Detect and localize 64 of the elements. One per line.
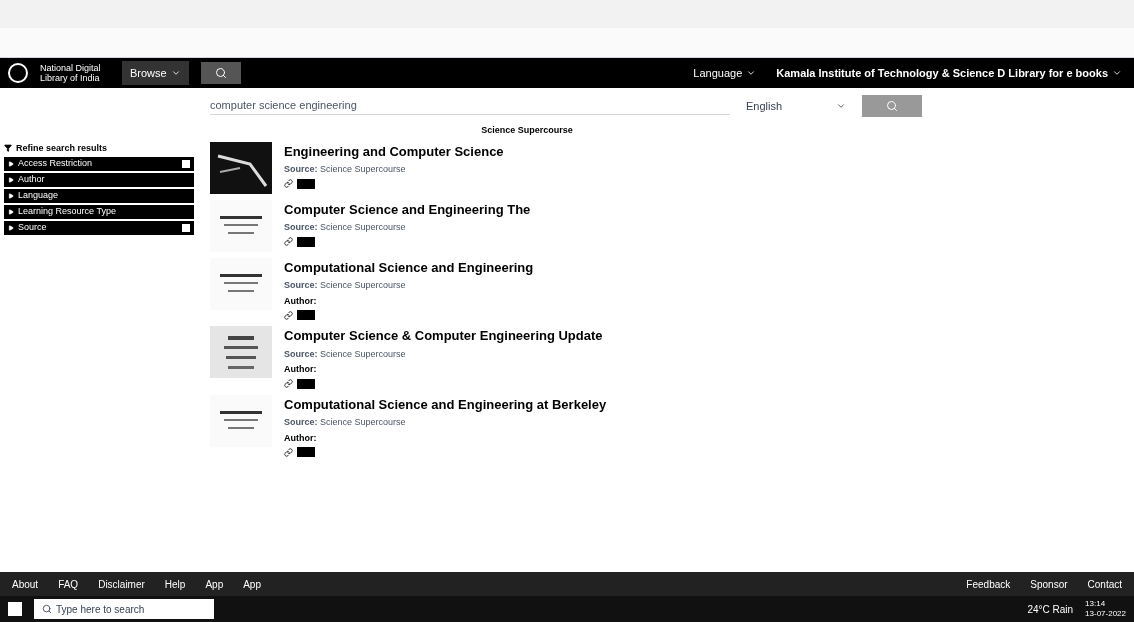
filter-icon — [4, 144, 12, 153]
expand-icon — [8, 209, 14, 215]
filter-item[interactable]: Author — [18, 173, 45, 187]
search-button[interactable] — [200, 62, 241, 84]
result-source: Source: Science Supercourse — [284, 416, 407, 429]
toggle-icon[interactable] — [182, 160, 190, 168]
chevron-down-icon — [836, 101, 846, 111]
clock-time: 13:14 — [1085, 599, 1107, 609]
language-dropdown[interactable]: English — [746, 97, 846, 115]
browse-button[interactable]: Browse — [122, 60, 189, 86]
expand-icon — [8, 161, 14, 167]
author-label: Author: — [284, 294, 318, 308]
taskbar-search-field[interactable]: Type here to search — [34, 599, 214, 619]
search-icon — [886, 100, 898, 112]
footer-link[interactable]: Contact — [1087, 576, 1122, 592]
search-icon — [42, 604, 52, 614]
link-icon[interactable] — [284, 310, 293, 320]
result-source: Source: Science Supercourse — [284, 163, 407, 176]
weather-text[interactable]: 24°C Rain — [1027, 601, 1074, 617]
source-heading: Science Supercourse — [481, 124, 573, 137]
link-icon[interactable] — [284, 237, 293, 246]
format-tag — [297, 378, 315, 389]
link-icon[interactable] — [284, 179, 293, 188]
expand-icon — [8, 177, 14, 183]
author-label: Author: — [284, 431, 318, 445]
clock-date: 13-07-2022 — [1085, 609, 1126, 619]
user-menu-button[interactable]: Kamala Institute of Technology & Science D Library for e books — [772, 64, 1126, 82]
search-icon — [214, 67, 227, 79]
result-title[interactable]: Engineering and Computer Science — [284, 141, 504, 161]
expand-icon — [8, 225, 14, 231]
result-title[interactable]: Computational Science and Engineering — [284, 257, 534, 277]
chevron-down-icon — [1112, 68, 1122, 78]
author-label: Author: — [284, 363, 318, 376]
footer-link[interactable]: Feedback — [966, 576, 1011, 592]
footer-link[interactable]: About — [12, 576, 39, 592]
format-tag — [297, 178, 315, 189]
chevron-down-icon — [170, 68, 181, 78]
filter-heading: Refine search results — [16, 141, 108, 155]
result-source: Source: Science Supercourse — [284, 347, 407, 361]
footer-link[interactable]: Sponsor — [1030, 576, 1068, 592]
footer-link[interactable]: App — [205, 576, 224, 592]
result-source: Source: Science Supercourse — [284, 279, 407, 292]
language-button[interactable]: Language — [689, 64, 761, 82]
footer-link[interactable]: Help — [164, 576, 186, 592]
result-title[interactable]: Computer Science and Engineering The — [284, 199, 531, 219]
result-title[interactable]: Computational Science and Engineering at Berkeley — [284, 394, 607, 414]
result-source: Source: Science Supercourse — [284, 221, 407, 234]
format-tag — [297, 447, 315, 457]
chevron-down-icon — [746, 68, 757, 78]
format-tag — [297, 236, 315, 247]
filter-item[interactable]: Source — [18, 221, 47, 235]
footer-link[interactable]: Disclaimer — [98, 576, 145, 592]
result-title[interactable]: Computer Science & Computer Engineering Update — [284, 326, 603, 346]
footer-link[interactable]: App — [243, 576, 261, 592]
start-icon[interactable] — [8, 602, 22, 616]
toggle-icon[interactable] — [182, 224, 190, 232]
format-tag — [297, 310, 315, 320]
search-field[interactable]: computer science engineering — [210, 97, 730, 115]
logo-icon — [8, 63, 28, 83]
link-icon[interactable] — [284, 379, 293, 388]
footer-link[interactable]: FAQ — [58, 576, 79, 592]
link-icon[interactable] — [284, 447, 293, 457]
site-logo-text[interactable]: National Digital Library of India — [40, 63, 110, 83]
expand-icon — [8, 193, 14, 199]
